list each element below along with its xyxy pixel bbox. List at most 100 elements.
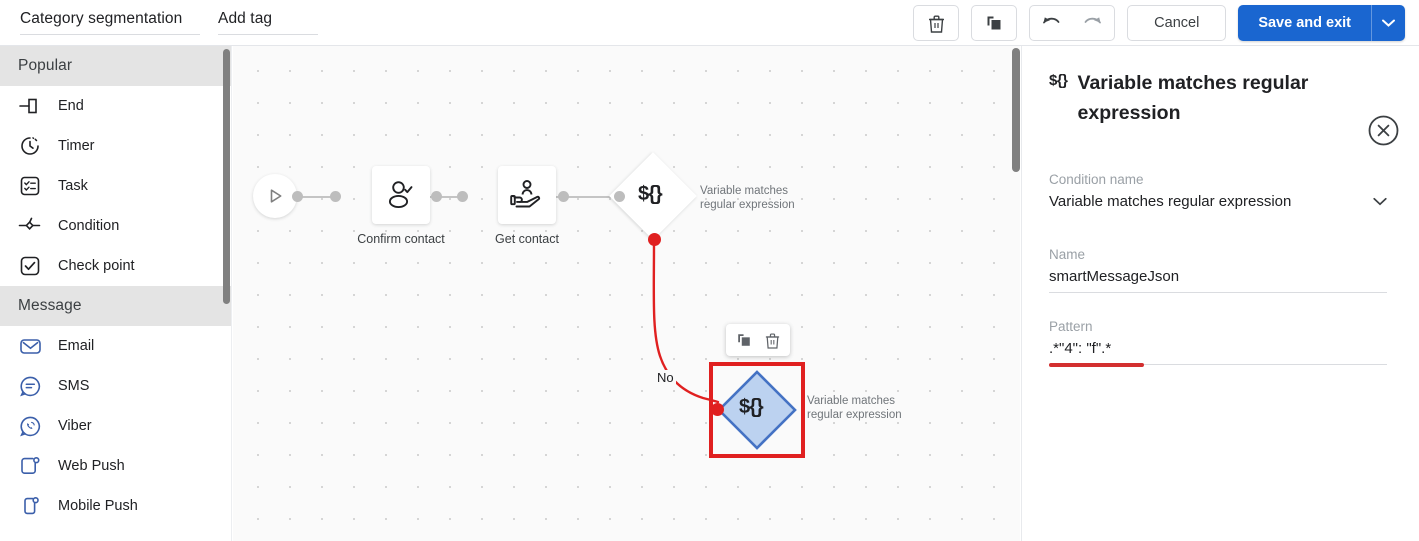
sidebar-item-label: Mobile Push: [58, 498, 138, 514]
port-get-out[interactable]: [558, 191, 569, 202]
node-label-confirm-contact: Confirm contact: [357, 232, 445, 246]
panel-header: ${} Variable matches regular expression: [1022, 46, 1419, 128]
redo-button[interactable]: [1072, 6, 1114, 40]
top-bar-actions: Cancel Save and exit: [913, 0, 1405, 46]
condition-name-select[interactable]: Variable matches regular expression: [1049, 193, 1387, 217]
save-and-exit-group: Save and exit: [1238, 5, 1405, 41]
sidebar-item-web-push[interactable]: Web Push: [0, 446, 231, 486]
viber-icon: [18, 414, 42, 438]
copy-icon: [985, 14, 1003, 32]
port-start-out[interactable]: [292, 191, 303, 202]
play-icon: [265, 186, 285, 206]
sidebar-item-email[interactable]: Email: [0, 326, 231, 366]
node-label-get-contact: Get contact: [495, 232, 559, 246]
user-check-icon: [383, 177, 419, 213]
copy-icon: [736, 332, 752, 348]
port-condition-2-in[interactable]: [711, 403, 724, 416]
panel-title: Variable matches regular expression: [1077, 72, 1309, 124]
sidebar-item-label: SMS: [58, 378, 90, 394]
sidebar-item-viber[interactable]: Viber: [0, 406, 231, 446]
condition-name-value: Variable matches regular expression: [1049, 193, 1292, 210]
trash-icon: [928, 14, 945, 33]
node-condition-2[interactable]: [717, 370, 797, 450]
sidebar-item-mobile-push[interactable]: Mobile Push: [0, 486, 231, 526]
timer-icon: [18, 134, 42, 158]
sidebar-item-label: Viber: [58, 418, 92, 434]
port-confirm-in[interactable]: [330, 191, 341, 202]
close-circle-icon: [1368, 115, 1399, 146]
name-input[interactable]: smartMessageJson: [1049, 268, 1387, 293]
undo-arrow-icon: [1041, 14, 1061, 32]
sidebar-item-label: Task: [58, 178, 88, 194]
sidebar-section-message: Message: [0, 286, 231, 326]
field-pattern: Pattern .*"4": "f".*: [1022, 319, 1419, 367]
mini-duplicate-button[interactable]: [733, 329, 755, 351]
port-get-in[interactable]: [457, 191, 468, 202]
flow-canvas[interactable]: Confirm contact Get contact ${} Variable…: [233, 46, 1020, 541]
sidebar-item-label: Web Push: [58, 458, 125, 474]
canvas-scrollbar-thumb[interactable]: [1012, 48, 1020, 172]
node-get-contact[interactable]: [498, 166, 556, 224]
sidebar-item-label: End: [58, 98, 84, 114]
sidebar-section-popular: Popular: [0, 46, 231, 86]
sidebar-item-end[interactable]: End: [0, 86, 231, 126]
sidebar-item-task[interactable]: Task: [0, 166, 231, 206]
cancel-button[interactable]: Cancel: [1127, 5, 1227, 41]
delete-button[interactable]: [913, 5, 960, 41]
sidebar-scrollbar-thumb[interactable]: [223, 49, 230, 304]
add-tag-input[interactable]: Add tag: [218, 10, 318, 35]
chevron-down-icon: [1382, 19, 1395, 27]
email-icon: [18, 334, 42, 358]
sidebar-item-label: Email: [58, 338, 95, 354]
sidebar-item-label: Check point: [58, 258, 135, 274]
sidebar-item-timer[interactable]: Timer: [0, 126, 231, 166]
web-push-icon: [18, 454, 42, 478]
end-icon: [18, 94, 42, 118]
duplicate-button[interactable]: [971, 5, 1018, 41]
sidebar-item-condition[interactable]: Condition: [0, 206, 231, 246]
workflow-name-group: Category segmentation Add tag: [0, 10, 318, 35]
sidebar-item-sms[interactable]: SMS: [0, 366, 231, 406]
canvas-scrollbar[interactable]: [1012, 46, 1020, 541]
sms-icon: [18, 374, 42, 398]
undo-redo-group: [1029, 5, 1116, 41]
field-name: Name smartMessageJson: [1022, 247, 1419, 293]
save-and-exit-button[interactable]: Save and exit: [1238, 5, 1371, 41]
task-icon: [18, 174, 42, 198]
hand-user-icon: [509, 177, 545, 213]
pattern-error-underline: [1049, 363, 1144, 367]
condition-icon: [18, 214, 42, 238]
edge-label-no: No: [655, 370, 676, 385]
port-condition-1-out-no[interactable]: [648, 233, 661, 246]
sidebar-item-label: Timer: [58, 138, 95, 154]
chevron-down-icon: [1373, 197, 1387, 206]
close-panel-button[interactable]: [1368, 115, 1399, 146]
port-confirm-out[interactable]: [431, 191, 442, 202]
node-start[interactable]: [253, 174, 297, 218]
field-label-condition-name: Condition name: [1049, 172, 1144, 187]
undo-button[interactable]: [1030, 6, 1072, 40]
node-label-condition-1: Variable matches regular expression: [700, 185, 795, 211]
trash-icon: [765, 332, 780, 349]
connector-no-branch: [652, 240, 720, 404]
field-label-name: Name: [1049, 247, 1086, 262]
sidebar-item-label: Condition: [58, 218, 120, 234]
mobile-push-icon: [18, 494, 42, 518]
pattern-input[interactable]: .*"4": "f".*: [1049, 340, 1387, 365]
sidebar: Popular End Timer Task Condition Check p…: [0, 46, 232, 541]
field-label-pattern: Pattern: [1049, 319, 1093, 334]
check-point-icon: [18, 254, 42, 278]
redo-arrow-icon: [1083, 14, 1103, 32]
mini-delete-button[interactable]: [761, 329, 783, 351]
node-confirm-contact[interactable]: [372, 166, 430, 224]
variable-glyph-icon: ${}: [1049, 72, 1068, 89]
node-mini-toolbar: [726, 324, 790, 356]
sidebar-item-check-point[interactable]: Check point: [0, 246, 231, 286]
sidebar-scrollbar[interactable]: [223, 46, 230, 541]
field-condition-name: Condition name Variable matches regular …: [1022, 172, 1419, 217]
port-condition-1-in[interactable]: [614, 191, 625, 202]
node-label-condition-2: Variable matches regular expression: [807, 395, 902, 421]
properties-panel: ${} Variable matches regular expression …: [1021, 46, 1419, 541]
workflow-name-input[interactable]: Category segmentation: [20, 10, 200, 35]
save-options-button[interactable]: [1371, 5, 1405, 41]
